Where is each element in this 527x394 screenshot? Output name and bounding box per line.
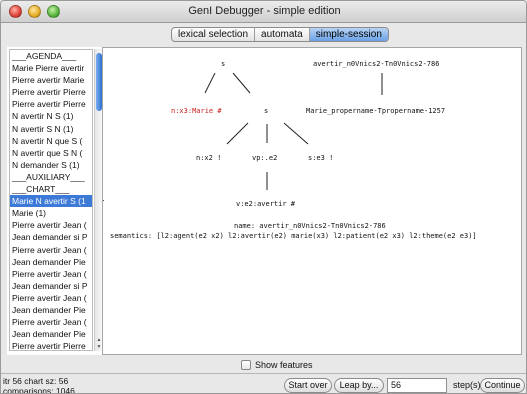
chart-list-item[interactable]: N demander S (1)	[10, 159, 92, 171]
tree-name-line: name: avertir_n0Vnics2-Tn0Vnics2-786	[234, 222, 386, 230]
chart-item-list-box: ___AGENDA___ Marie Pierre avertir Pierre a…	[9, 49, 93, 351]
chart-list-item[interactable]: Jean demander Pie	[10, 304, 92, 316]
chart-list-item[interactable]: Pierre avertir Pierre	[10, 340, 92, 350]
tree-node-n-marie: n:x3:Marie #	[171, 107, 222, 115]
leap-by-button[interactable]: Leap by...	[334, 378, 384, 393]
chart-item-list: ___AGENDA___ Marie Pierre avertir Pierre a…	[7, 47, 103, 355]
list-scrollbar[interactable]: ▲ ▼	[94, 49, 102, 351]
chart-list-item[interactable]: Jean demander Pie	[10, 328, 92, 340]
chart-list-item[interactable]: ___AGENDA___	[10, 50, 92, 62]
chart-list-item[interactable]: Pierre avertir Marie	[10, 74, 92, 86]
chart-list-item[interactable]: ___AUXILIARY___	[10, 171, 92, 183]
tree-node-s-mid: s	[264, 107, 268, 115]
chart-list-item[interactable]: Pierre avertir Jean (	[10, 292, 92, 304]
scroll-thumb[interactable]	[96, 53, 102, 111]
tab-lexical-selection[interactable]: lexical selection	[172, 28, 256, 41]
chart-list-item[interactable]: Marie Pierre avertir	[10, 62, 92, 74]
tree-node-v-avertir: v:e2:avertir #	[236, 200, 296, 208]
chart-list-item[interactable]: Jean demander si P	[10, 231, 92, 243]
chart-list-item[interactable]: Pierre avertir Jean (	[10, 219, 92, 231]
status-area: itr 56 chart sz: 56 comparisons: 1046	[3, 376, 75, 394]
chart-list-item[interactable]: N avertir N S (1)	[10, 110, 92, 122]
chart-list-item[interactable]: N avertir S N (1)	[10, 123, 92, 135]
tree-node-vp-e2: vp:.e2	[252, 154, 277, 162]
edge-s-root-to-s-mid	[232, 72, 251, 94]
tree-node-n-x2: n:x2 !	[196, 154, 221, 162]
chart-list-item[interactable]: Marie N avertir S (1	[10, 195, 92, 208]
tree-semantics-line: semantics: [l2:agent(e2 x2) l2:avertir(e…	[110, 232, 477, 240]
edge-s-root-to-n-marie	[204, 72, 216, 94]
chart-list-item[interactable]: Pierre avertir Jean (	[10, 268, 92, 280]
status-comparisons-text: comparisons: 1046	[3, 386, 75, 394]
chart-list-item[interactable]: N avertir que S N (	[10, 147, 92, 159]
derivation-tree-view: s n:x3:Marie # s n:x2 ! vp:.e2 s:e3 ! v:…	[104, 48, 521, 354]
tree-node-avertir-root: avertir_n0Vnics2-Tn0Vnics2-786	[313, 60, 439, 68]
start-over-button[interactable]: Start over	[284, 378, 332, 393]
edge-s-mid-to-s-e3	[283, 122, 309, 145]
chart-list-item[interactable]: Marie (1)	[10, 207, 92, 219]
show-features-label: Show features	[255, 360, 313, 370]
continue-button[interactable]: Continue	[480, 378, 525, 393]
show-features-option[interactable]: Show features	[241, 360, 313, 370]
chart-list-item[interactable]: N avertir N que S (	[10, 135, 92, 147]
chart-list-item[interactable]: Pierre avertir Pierre	[10, 98, 92, 110]
tree-node-s-e3: s:e3 !	[308, 154, 333, 162]
steps-label: step(s)	[453, 380, 481, 390]
window-title: GenI Debugger - simple edition	[188, 5, 341, 17]
scroll-down-arrow-icon[interactable]: ▼	[95, 344, 102, 351]
show-features-checkbox[interactable]	[241, 360, 251, 370]
status-iteration-text: itr 56 chart sz: 56	[3, 376, 69, 386]
tab-simple-session[interactable]: simple-session	[309, 28, 388, 41]
tree-node-s-root: s	[221, 60, 225, 68]
scroll-up-arrow-icon[interactable]: ▲	[95, 337, 102, 344]
steps-input[interactable]: 56	[387, 378, 447, 393]
tab-automata[interactable]: automata	[255, 28, 310, 41]
chart-list-item[interactable]: ___CHART___	[10, 183, 92, 195]
app-window: GenI Debugger - simple edition lexical s…	[0, 0, 527, 394]
tab-bar: lexical selection automata simple-sessio…	[171, 27, 389, 42]
chart-list-item[interactable]: Pierre avertir Pierre	[10, 86, 92, 98]
derivation-tree-svg: s n:x3:Marie # s n:x2 ! vp:.e2 s:e3 ! v:…	[110, 60, 477, 240]
tree-node-marie-propername: Marie_propername-Tpropername-1257	[306, 107, 445, 115]
edge-s-mid-to-n-x2	[226, 122, 249, 145]
status-divider	[1, 373, 526, 374]
chart-list-item[interactable]: Pierre avertir Jean (	[10, 244, 92, 256]
chart-list-item[interactable]: Pierre avertir Jean (	[10, 316, 92, 328]
chart-list-item[interactable]: Jean demander si P	[10, 280, 92, 292]
title-bar: GenI Debugger - simple edition	[1, 1, 526, 23]
chart-list-item[interactable]: Jean demander Pie	[10, 256, 92, 268]
